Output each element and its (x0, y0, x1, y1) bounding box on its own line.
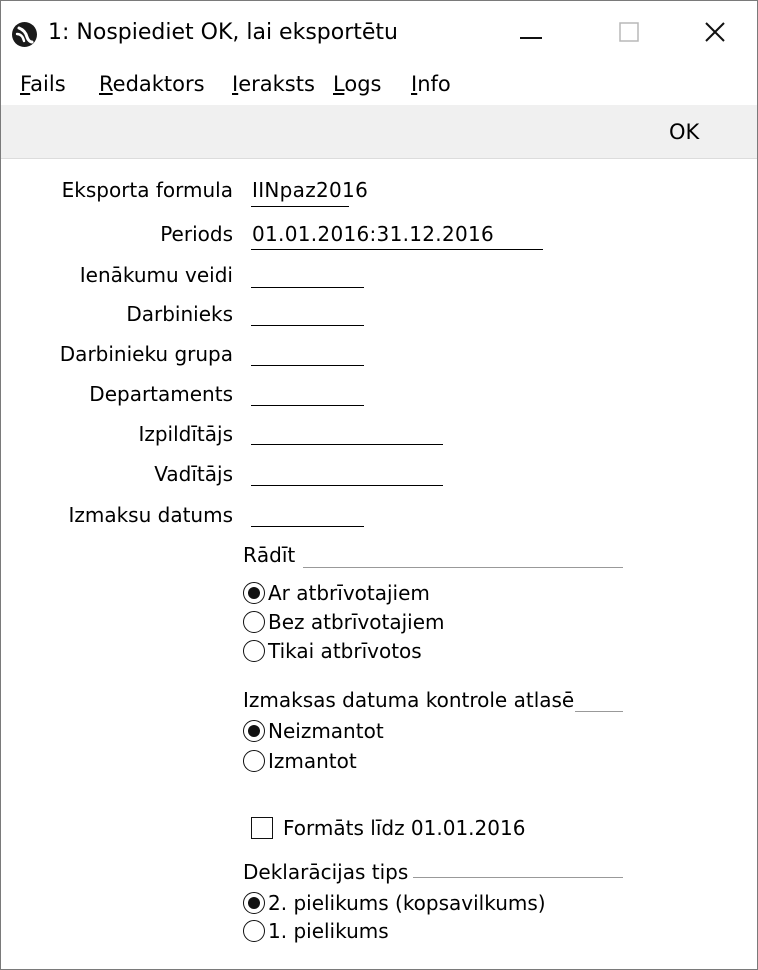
export-window: 1: Nospiediet OK, lai eksportētu Fails R… (0, 0, 758, 970)
menu-info-label: nfo (417, 72, 451, 96)
date-control-group-rule (575, 711, 623, 712)
export-form: Eksporta formula IINpaz2016 Periods 01.0… (1, 159, 757, 969)
close-icon (704, 21, 726, 47)
format-before-2016-checkbox-row[interactable]: Formāts līdz 01.01.2016 (251, 814, 525, 842)
manager-label: Vadītājs (154, 462, 233, 486)
menu-ieraksts[interactable]: Ieraksts (232, 69, 315, 99)
manager-field[interactable] (251, 485, 443, 486)
period-field[interactable]: 01.01.2016:31.12.2016 (252, 221, 494, 247)
employee-field[interactable] (251, 325, 364, 326)
menu-ieraksts-label: eraksts (238, 72, 315, 96)
radio-with-exempt-label: Ar atbrīvotajiem (268, 581, 430, 605)
employee-label: Darbinieks (126, 302, 233, 326)
period-label: Periods (160, 222, 233, 246)
radio-only-exempt[interactable]: Tikai atbrīvotos (243, 637, 422, 665)
maximize-button[interactable] (597, 13, 661, 55)
radio-annex-2[interactable]: 2. pielikums (kopsavilkums) (243, 889, 546, 917)
app-logo-icon (11, 21, 38, 48)
radio-only-exempt-label: Tikai atbrīvotos (268, 639, 422, 663)
format-before-2016-label: Formāts līdz 01.01.2016 (283, 816, 526, 840)
minimize-icon (520, 25, 542, 44)
date-control-group-title: Izmaksas datuma kontrole atlasē (243, 688, 575, 712)
radio-without-exempt-label: Bez atbrīvotajiem (268, 610, 445, 634)
radio-with-exempt[interactable]: Ar atbrīvotajiem (243, 579, 430, 607)
export-formula-label: Eksporta formula (61, 178, 233, 202)
menu-redaktors-accel: R (99, 72, 113, 96)
maximize-icon (619, 22, 639, 46)
radio-annex-1-label: 1. pielikums (268, 919, 389, 943)
menu-fails-label: ails (30, 72, 66, 96)
payout-date-field[interactable] (251, 526, 364, 527)
radio-selected-dot (248, 587, 260, 599)
payout-date-label: Izmaksu datums (68, 503, 233, 527)
declaration-type-group-title: Deklarācijas tips (243, 860, 409, 884)
menu-fails-accel: F (20, 72, 31, 96)
radio-annex-1-circle[interactable] (243, 920, 265, 942)
radio-annex-2-label: 2. pielikums (kopsavilkums) (268, 891, 546, 915)
department-field[interactable] (251, 405, 364, 406)
radio-not-use-circle[interactable] (243, 720, 265, 742)
radio-use-label: Izmantot (268, 749, 357, 773)
minimize-button[interactable] (499, 13, 563, 55)
show-group-title: Rādīt (243, 543, 296, 567)
menu-fails[interactable]: Fails (20, 69, 66, 99)
format-before-2016-checkbox[interactable] (251, 817, 273, 839)
radio-annex-2-circle[interactable] (243, 892, 265, 914)
radio-not-use-label: Neizmantot (268, 719, 384, 743)
menu-logs-label: ogs (344, 72, 382, 96)
radio-only-exempt-circle[interactable] (243, 640, 265, 662)
employee-group-label: Darbinieku grupa (59, 342, 233, 366)
radio-not-use[interactable]: Neizmantot (243, 717, 384, 745)
radio-without-exempt[interactable]: Bez atbrīvotajiem (243, 608, 445, 636)
income-types-label: Ienākumu veidi (79, 263, 233, 287)
radio-use[interactable]: Izmantot (243, 747, 357, 775)
button-bar: OK (1, 105, 757, 159)
period-underline (251, 249, 543, 250)
radio-with-exempt-circle[interactable] (243, 582, 265, 604)
export-formula-underline (251, 206, 349, 207)
radio-selected-dot (248, 725, 260, 737)
window-title: 1: Nospiediet OK, lai eksportētu (48, 20, 398, 45)
executor-field[interactable] (251, 444, 443, 445)
ok-button[interactable]: OK (669, 117, 699, 147)
radio-selected-dot (248, 897, 260, 909)
menu-info[interactable]: Info (411, 69, 451, 99)
show-group-rule (303, 567, 623, 568)
title-bar[interactable]: 1: Nospiediet OK, lai eksportētu (1, 1, 757, 65)
menu-logs[interactable]: Logs (333, 69, 381, 99)
declaration-type-group-rule (413, 877, 623, 878)
radio-use-circle[interactable] (243, 750, 265, 772)
menu-bar: Fails Redaktors Ieraksts Logs Info (1, 65, 757, 105)
menu-redaktors[interactable]: Redaktors (99, 69, 205, 99)
radio-annex-1[interactable]: 1. pielikums (243, 917, 389, 945)
employee-group-field[interactable] (251, 365, 364, 366)
menu-redaktors-label: edaktors (112, 72, 205, 96)
close-button[interactable] (683, 13, 747, 55)
income-types-field[interactable] (251, 287, 364, 288)
executor-label: Izpildītājs (138, 422, 233, 446)
department-label: Departaments (89, 382, 233, 406)
menu-logs-accel: L (333, 72, 345, 96)
export-formula-field[interactable]: IINpaz2016 (252, 177, 368, 203)
radio-without-exempt-circle[interactable] (243, 611, 265, 633)
